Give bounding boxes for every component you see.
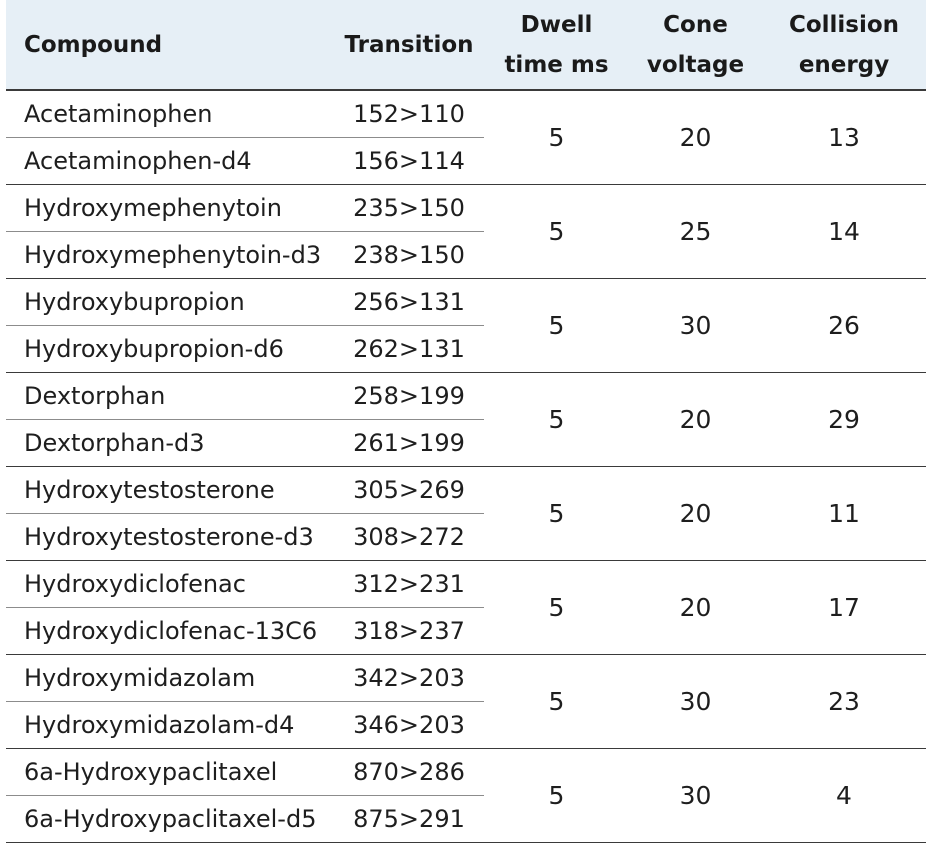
collision-energy-cell: 26	[762, 278, 926, 373]
cone-voltage-cell: 25	[629, 184, 762, 279]
compound-cell: Hydroxymephenytoin	[6, 184, 334, 232]
header-cone-voltage: Cone voltage	[629, 0, 762, 90]
transition-cell: 238>150	[334, 231, 484, 279]
compound-cell: 6a-Hydroxypaclitaxel	[6, 748, 334, 796]
transition-cell: 305>269	[334, 466, 484, 514]
compound-cell: Acetaminophen	[6, 90, 334, 138]
header-transition: Transition	[334, 0, 484, 90]
compound-cell: Hydroxydiclofenac-13C6	[6, 607, 334, 655]
compound-cell: Hydroxymidazolam	[6, 654, 334, 702]
transition-cell: 342>203	[334, 654, 484, 702]
cone-voltage-cell: 20	[629, 372, 762, 467]
table-body: Acetaminophen 152>110 5 20 13 Acetaminophen-d…	[6, 90, 926, 843]
mrm-parameters-table: Compound Transition Dwell time ms Cone v…	[6, 0, 926, 843]
compound-cell: Dextorphan	[6, 372, 334, 420]
transition-cell: 156>114	[334, 137, 484, 185]
dwell-time-cell: 5	[484, 278, 629, 373]
collision-energy-cell: 4	[762, 748, 926, 843]
transition-cell: 262>131	[334, 325, 484, 373]
collision-energy-cell: 29	[762, 372, 926, 467]
table-row: Hydroxymidazolam 342>203 5 30 23	[6, 654, 926, 749]
header-dwell-line2: time ms	[504, 51, 609, 78]
dwell-time-cell: 5	[484, 560, 629, 655]
transition-cell: 870>286	[334, 748, 484, 796]
transition-cell: 152>110	[334, 90, 484, 138]
cone-voltage-cell: 30	[629, 654, 762, 749]
header-collision-line1: Collision	[788, 11, 900, 38]
compound-cell: Hydroxybupropion	[6, 278, 334, 326]
dwell-time-cell: 5	[484, 184, 629, 279]
dwell-time-cell: 5	[484, 466, 629, 561]
transition-cell: 256>131	[334, 278, 484, 326]
cone-voltage-cell: 20	[629, 560, 762, 655]
table-row: Hydroxybupropion 256>131 5 30 26	[6, 278, 926, 373]
header-dwell-line1: Dwell	[520, 11, 593, 38]
compound-cell: Hydroxymidazolam-d4	[6, 701, 334, 749]
table-row: Hydroxymephenytoin 235>150 5 25 14	[6, 184, 926, 279]
compound-cell: Hydroxytestosterone	[6, 466, 334, 514]
collision-energy-cell: 13	[762, 90, 926, 185]
dwell-time-cell: 5	[484, 654, 629, 749]
cone-voltage-cell: 20	[629, 90, 762, 185]
transition-cell: 875>291	[334, 795, 484, 843]
table-header: Compound Transition Dwell time ms Cone v…	[6, 0, 926, 90]
collision-energy-cell: 11	[762, 466, 926, 561]
compound-cell: 6a-Hydroxypaclitaxel-d5	[6, 795, 334, 843]
header-compound: Compound	[6, 0, 334, 90]
transition-cell: 308>272	[334, 513, 484, 561]
transition-cell: 235>150	[334, 184, 484, 232]
cone-voltage-cell: 30	[629, 278, 762, 373]
compound-cell: Dextorphan-d3	[6, 419, 334, 467]
header-cone-line2: voltage	[646, 51, 745, 78]
collision-energy-cell: 14	[762, 184, 926, 279]
compound-cell: Acetaminophen-d4	[6, 137, 334, 185]
header-dwell-time: Dwell time ms	[484, 0, 629, 90]
collision-energy-cell: 17	[762, 560, 926, 655]
table-row: Dextorphan 258>199 5 20 29	[6, 372, 926, 467]
compound-cell: Hydroxytestosterone-d3	[6, 513, 334, 561]
header-collision-line2: energy	[798, 51, 890, 78]
transition-cell: 312>231	[334, 560, 484, 608]
transition-cell: 258>199	[334, 372, 484, 420]
table-container: Compound Transition Dwell time ms Cone v…	[0, 0, 931, 851]
compound-cell: Hydroxymephenytoin-d3	[6, 231, 334, 279]
transition-cell: 346>203	[334, 701, 484, 749]
cone-voltage-cell: 20	[629, 466, 762, 561]
dwell-time-cell: 5	[484, 90, 629, 185]
table-row: Acetaminophen 152>110 5 20 13	[6, 90, 926, 185]
dwell-time-cell: 5	[484, 748, 629, 843]
transition-cell: 261>199	[334, 419, 484, 467]
compound-cell: Hydroxydiclofenac	[6, 560, 334, 608]
table-row: Hydroxytestosterone 305>269 5 20 11	[6, 466, 926, 561]
collision-energy-cell: 23	[762, 654, 926, 749]
table-row: 6a-Hydroxypaclitaxel 870>286 5 30 4	[6, 748, 926, 843]
header-cone-line1: Cone	[663, 11, 728, 38]
cone-voltage-cell: 30	[629, 748, 762, 843]
transition-cell: 318>237	[334, 607, 484, 655]
header-collision-energy: Collision energy	[762, 0, 926, 90]
compound-cell: Hydroxybupropion-d6	[6, 325, 334, 373]
header-row: Compound Transition Dwell time ms Cone v…	[6, 0, 926, 90]
dwell-time-cell: 5	[484, 372, 629, 467]
table-row: Hydroxydiclofenac 312>231 5 20 17	[6, 560, 926, 655]
